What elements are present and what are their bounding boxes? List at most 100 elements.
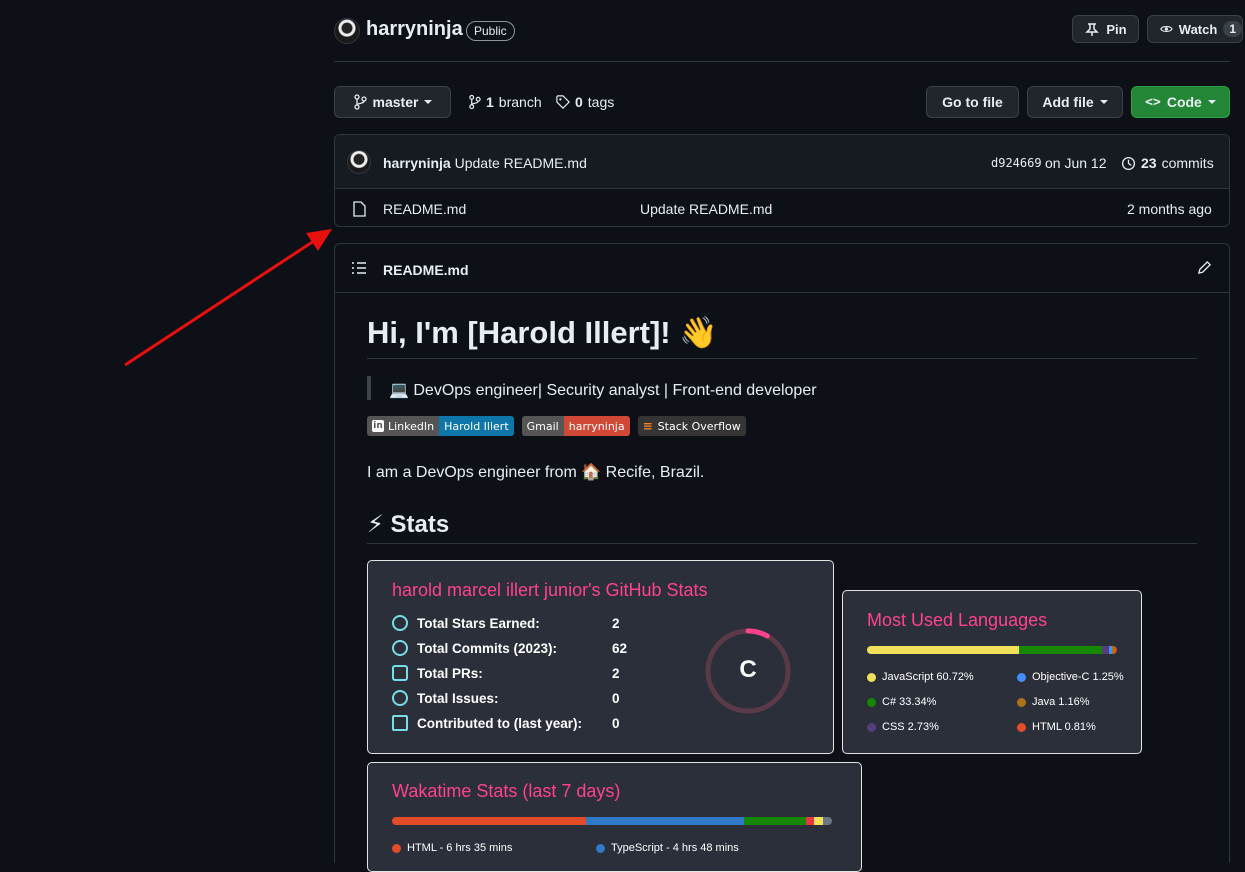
- github-stats-card[interactable]: harold marcel illert junior's GitHub Sta…: [367, 560, 834, 754]
- blockquote-bar: [367, 376, 371, 400]
- languages-card[interactable]: Most Used Languages JavaScript 60.72% Ob…: [842, 590, 1142, 754]
- add-file-label: Add file: [1042, 94, 1094, 110]
- stat-value: 0: [612, 690, 620, 706]
- file-icon: [353, 201, 366, 217]
- history-icon: [392, 640, 408, 656]
- stat-row: Total Commits (2023): 62: [392, 640, 627, 656]
- linkedin-badge-label: in LinkedIn: [367, 416, 440, 436]
- language-item: Objective-C 1.25%: [1017, 671, 1124, 683]
- language-dot: [867, 722, 876, 732]
- stats-heading: ⚡ Stats: [367, 511, 450, 538]
- branch-label: branch: [498, 94, 542, 110]
- pin-label: Pin: [1106, 21, 1127, 37]
- list-icon[interactable]: [351, 261, 367, 275]
- commit-message[interactable]: Update README.md: [455, 155, 587, 171]
- wakatime-title: Wakatime Stats (last 7 days): [392, 781, 621, 801]
- stat-label: Total Issues:: [417, 690, 499, 706]
- file-name-link[interactable]: README.md: [383, 201, 466, 217]
- stat-row: Total Stars Earned: 2: [392, 615, 620, 631]
- git-branch-icon: [353, 94, 367, 110]
- watch-count: 1: [1223, 21, 1242, 37]
- stat-row: Contributed to (last year): 0: [392, 715, 620, 731]
- code-button[interactable]: <> Code: [1131, 86, 1230, 118]
- watch-button[interactable]: Watch 1: [1147, 15, 1243, 43]
- commit-author[interactable]: harryninja: [383, 155, 451, 171]
- wakatime-dot: [596, 843, 605, 853]
- language-dot: [1017, 722, 1026, 732]
- repo-owner-name[interactable]: harryninja: [366, 18, 463, 41]
- branch-select-button[interactable]: master: [334, 86, 451, 118]
- commit-sha[interactable]: d924669: [991, 156, 1042, 170]
- tag-label: tags: [587, 94, 615, 110]
- history-icon: [1121, 156, 1136, 170]
- readme-quote: 💻 DevOps engineer| Security analyst | Fr…: [389, 382, 817, 399]
- visibility-badge: Public: [466, 21, 515, 41]
- stat-label: Total Commits (2023):: [417, 640, 558, 656]
- chevron-down-icon: [424, 100, 433, 104]
- wakatime-card[interactable]: Wakatime Stats (last 7 days) HTML - 6 hr…: [367, 762, 862, 872]
- language-dot: [867, 697, 876, 707]
- pencil-icon[interactable]: [1197, 260, 1212, 275]
- commit-date: on Jun 12: [1045, 155, 1107, 171]
- gmail-badge-value: harryninja: [563, 416, 630, 436]
- heading-divider: [367, 358, 1197, 359]
- commits-link[interactable]: 23 commits: [1121, 155, 1214, 171]
- stat-row: Total PRs: 2: [392, 665, 620, 681]
- add-file-button[interactable]: Add file: [1027, 86, 1123, 118]
- languages-progress-bar: [867, 646, 1117, 654]
- language-dot: [1017, 697, 1026, 707]
- commit-author-avatar[interactable]: [347, 150, 371, 174]
- stat-value: 2: [612, 615, 620, 631]
- stats-divider: [367, 543, 1197, 544]
- branch-name: master: [372, 94, 419, 110]
- language-bar-segment: [1114, 646, 1117, 654]
- badge-row: in LinkedIn Harold Illert Gmail harryninj…: [367, 416, 746, 436]
- branch-count: 1: [486, 94, 494, 110]
- file-browser: harryninja Update README.md d924669 on J…: [334, 134, 1230, 227]
- issue-icon: [392, 690, 408, 706]
- file-commit-message[interactable]: Update README.md: [640, 201, 772, 217]
- stat-value: 0: [612, 715, 620, 731]
- commit-count: 23: [1141, 155, 1157, 171]
- gmail-badge[interactable]: Gmail harryninja: [521, 416, 630, 436]
- stat-row: Total Issues: 0: [392, 690, 620, 706]
- tags-link[interactable]: 0 tags: [556, 94, 614, 110]
- wakatime-progress-bar: [392, 817, 832, 825]
- tag-count: 0: [575, 94, 583, 110]
- branches-link[interactable]: 1 branch: [468, 94, 542, 110]
- wakatime-label: HTML - 6 hrs 35 mins: [407, 842, 513, 854]
- language-dot: [1017, 672, 1026, 682]
- language-label: Java 1.16%: [1032, 696, 1090, 708]
- language-item: C# 33.34%: [867, 696, 936, 708]
- chevron-down-icon: [1207, 100, 1216, 104]
- tag-icon: [556, 95, 570, 109]
- readme-intro: I am a DevOps engineer from 🏠 Recife, Br…: [367, 464, 705, 481]
- wakatime-item: TypeScript - 4 hrs 48 mins: [596, 842, 739, 854]
- stackoverflow-icon: ≡: [642, 419, 653, 433]
- language-bar-segment: [1102, 646, 1109, 654]
- file-age: 2 months ago: [1127, 201, 1212, 217]
- eye-icon: [1160, 26, 1173, 32]
- language-item: Java 1.16%: [1017, 696, 1089, 708]
- commit-count-label: commits: [1161, 155, 1214, 171]
- go-to-file-button[interactable]: Go to file: [926, 86, 1019, 118]
- pin-icon: [1085, 23, 1100, 36]
- language-label: Objective-C 1.25%: [1032, 671, 1124, 683]
- linkedin-badge[interactable]: in LinkedIn Harold Illert: [367, 416, 514, 436]
- language-label: JavaScript 60.72%: [882, 671, 974, 683]
- language-dot: [867, 672, 876, 682]
- owner-avatar[interactable]: [334, 18, 360, 44]
- commit-info: harryninja Update README.md: [383, 155, 587, 171]
- pin-button[interactable]: Pin: [1072, 15, 1139, 43]
- readme-header: [335, 244, 1229, 293]
- rank-letter: C: [739, 656, 757, 683]
- stackoverflow-badge[interactable]: ≡ Stack Overflow: [637, 416, 746, 436]
- stackoverflow-badge-label: Stack Overflow: [657, 419, 741, 433]
- star-icon: [392, 615, 408, 631]
- wakatime-label: TypeScript - 4 hrs 48 mins: [611, 842, 739, 854]
- readme-heading: Hi, I'm [Harold Illert]! 👋: [367, 315, 718, 350]
- stat-value: 2: [612, 665, 620, 681]
- stat-label: Contributed to (last year):: [417, 715, 583, 731]
- linkedin-badge-value: Harold Illert: [439, 416, 514, 436]
- annotation-arrow: [124, 229, 332, 367]
